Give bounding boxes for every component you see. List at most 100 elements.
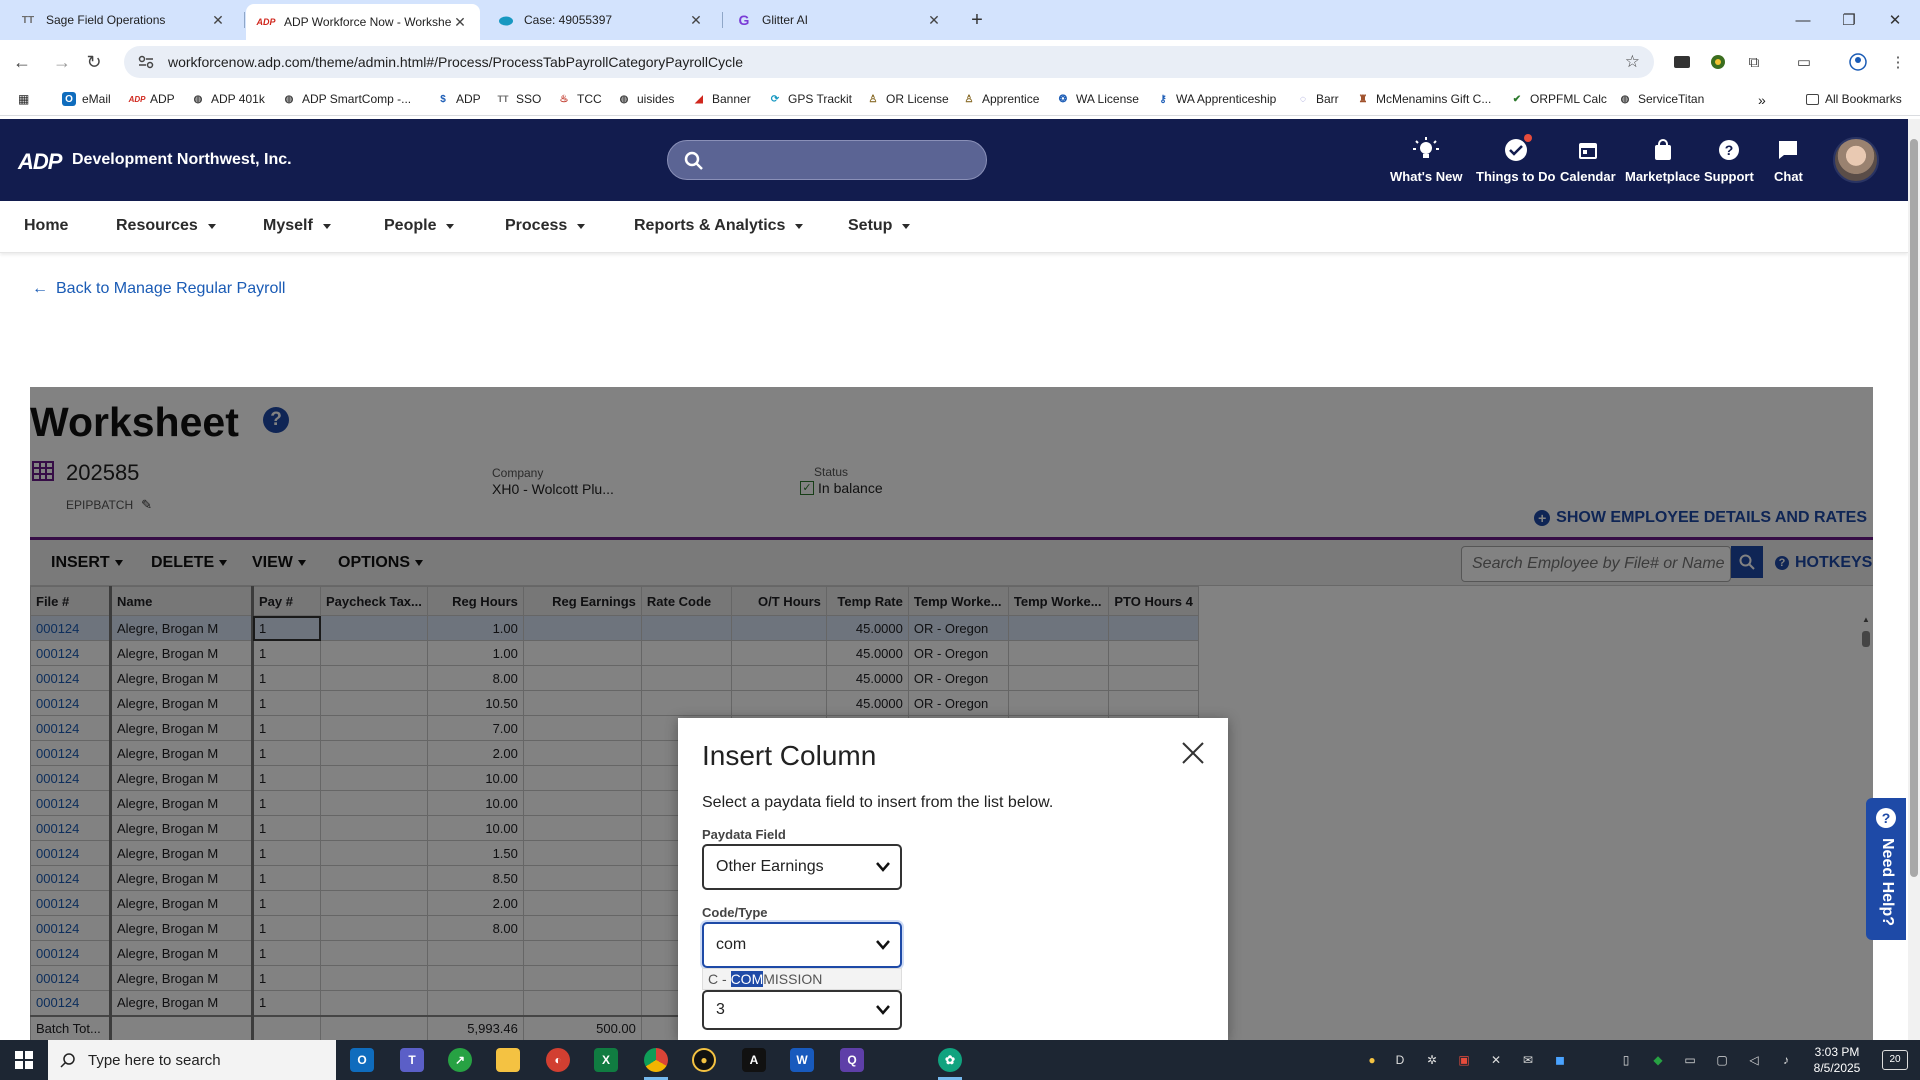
extension-icon[interactable]	[1706, 50, 1730, 74]
table-cell[interactable]	[640, 640, 732, 666]
table-cell[interactable]	[320, 840, 428, 866]
bookmark-servicetitan[interactable]: ◍ ServiceTitan	[1618, 92, 1705, 106]
table-cell[interactable]: 000124	[30, 915, 112, 941]
column-header-rate-code[interactable]: Rate Code	[640, 586, 732, 616]
table-cell[interactable]	[730, 615, 827, 641]
options-menu-button[interactable]: OPTIONS	[338, 554, 424, 572]
table-cell[interactable]	[522, 640, 642, 666]
table-cell[interactable]	[1107, 640, 1199, 666]
table-cell[interactable]: 1	[252, 740, 321, 766]
close-icon[interactable]: ✕	[688, 12, 704, 28]
bookmark-wa-license[interactable]: ❂ WA License	[1056, 92, 1139, 106]
tray-app-icon[interactable]: ●	[1364, 1052, 1380, 1068]
tray-red-icon[interactable]: ▣	[1456, 1052, 1472, 1068]
table-cell[interactable]: Batch Tot...	[30, 1014, 112, 1040]
column-header-paycheck-tax[interactable]: Paycheck Tax...	[320, 586, 428, 616]
table-cell[interactable]: 000124	[30, 615, 112, 641]
table-cell[interactable]	[320, 865, 428, 891]
table-cell[interactable]	[426, 965, 524, 991]
tray-shield-icon[interactable]: ◆	[1650, 1052, 1666, 1068]
notifications-icon[interactable]: 20	[1882, 1050, 1908, 1070]
table-cell[interactable]: 000124	[30, 715, 112, 741]
table-cell[interactable]: 000124	[30, 990, 112, 1016]
bookmark-adp[interactable]: ADP ADP	[129, 92, 175, 106]
table-cell[interactable]: Alegre, Brogan M	[110, 740, 254, 766]
column-header-pto-hours[interactable]: PTO Hours 4	[1107, 586, 1199, 616]
table-cell[interactable]: OR - Oregon	[907, 640, 1009, 666]
global-search-input[interactable]	[667, 140, 987, 180]
table-cell[interactable]: Alegre, Brogan M	[110, 665, 254, 691]
taskbar-chrome[interactable]	[634, 1044, 678, 1080]
taskbar-search-input[interactable]: Type here to search	[48, 1040, 336, 1080]
table-cell[interactable]: 000124	[30, 815, 112, 841]
table-cell[interactable]	[320, 665, 428, 691]
table-cell[interactable]	[1107, 690, 1199, 716]
table-cell[interactable]	[1107, 615, 1199, 641]
table-cell[interactable]	[522, 865, 642, 891]
table-cell[interactable]	[320, 690, 428, 716]
table-cell[interactable]	[320, 915, 428, 941]
back-arrow-icon[interactable]: ←	[8, 48, 36, 76]
table-cell[interactable]: 1	[252, 890, 321, 916]
search-button[interactable]	[1731, 546, 1763, 578]
bookmark-tcc[interactable]: ♨ TCC	[557, 92, 602, 106]
table-cell[interactable]: Alegre, Brogan M	[110, 790, 254, 816]
bookmark-or-license[interactable]: ♙ OR License	[866, 92, 949, 106]
tray-tools-icon[interactable]: ✕	[1488, 1052, 1504, 1068]
table-cell[interactable]: 45.0000	[825, 640, 909, 666]
scroll-up-icon[interactable]: ▲	[1860, 615, 1872, 624]
tray-d-icon[interactable]: D	[1392, 1052, 1408, 1068]
calendar-button[interactable]: Calendar	[1560, 137, 1616, 184]
table-row[interactable]: 000124 Alegre, Brogan M 1 10.50 45.0000 OR - …	[30, 690, 1870, 716]
table-cell[interactable]: 10.00	[426, 765, 524, 791]
table-cell[interactable]	[522, 740, 642, 766]
code-type-combobox[interactable]: com	[702, 922, 902, 968]
nav-reports-analytics[interactable]: Reports & Analytics	[634, 217, 804, 235]
browser-tab-sage[interactable]: TT Sage Field Operations ✕	[8, 0, 238, 40]
scrollbar-thumb[interactable]	[1910, 139, 1918, 877]
table-cell[interactable]: 000124	[30, 690, 112, 716]
table-cell[interactable]: 7.00	[426, 715, 524, 741]
avatar[interactable]	[1833, 137, 1879, 183]
table-cell[interactable]: 1	[252, 840, 321, 866]
table-cell[interactable]	[320, 815, 428, 841]
column-header-pay[interactable]: Pay #	[252, 586, 321, 616]
table-cell[interactable]	[640, 690, 732, 716]
table-cell[interactable]	[522, 665, 642, 691]
adp-logo[interactable]: ADP	[18, 149, 62, 175]
table-cell[interactable]	[640, 665, 732, 691]
nav-process[interactable]: Process	[505, 217, 586, 235]
menu-dots-icon[interactable]: ⋮	[1886, 50, 1910, 74]
taskbar-app-yellow[interactable]: ●	[682, 1044, 726, 1076]
table-cell[interactable]	[1007, 690, 1109, 716]
back-to-manage-payroll-link[interactable]: ← Back to Manage Regular Payroll	[32, 280, 285, 298]
bookmark-sso[interactable]: TT SSO	[496, 92, 542, 106]
insert-menu-button[interactable]: INSERT	[51, 554, 123, 572]
table-cell[interactable]	[1107, 665, 1199, 691]
table-cell[interactable]	[252, 1014, 321, 1040]
minimize-icon[interactable]: —	[1780, 0, 1826, 40]
side-panel-icon[interactable]: ▭	[1792, 50, 1816, 74]
close-icon[interactable]: ✕	[452, 14, 468, 30]
table-cell[interactable]: 1	[252, 690, 321, 716]
network-icon[interactable]: ▢	[1714, 1052, 1730, 1068]
table-cell[interactable]	[1007, 615, 1109, 641]
volume-icon[interactable]: ◁	[1746, 1052, 1762, 1068]
employee-search-input[interactable]	[1461, 546, 1731, 582]
bookmark-adp401k[interactable]: ◍ ADP 401k	[191, 92, 265, 106]
table-cell[interactable]: 1	[252, 640, 321, 666]
table-cell[interactable]	[320, 640, 428, 666]
table-cell[interactable]: 8.50	[426, 865, 524, 891]
column-header-temp-worked-2[interactable]: Temp Worke...	[1007, 586, 1109, 616]
table-cell[interactable]: 8.00	[426, 915, 524, 941]
table-cell[interactable]: 1	[252, 915, 321, 941]
apps-grid-icon[interactable]: ▦	[18, 92, 29, 106]
table-cell[interactable]	[110, 1014, 254, 1040]
table-cell[interactable]	[320, 965, 428, 991]
bookmark-uisides[interactable]: ◍ uisides	[617, 92, 675, 106]
table-cell[interactable]: Alegre, Brogan M	[110, 715, 254, 741]
table-cell[interactable]: 1	[252, 715, 321, 741]
table-cell[interactable]: 1	[252, 765, 321, 791]
taskbar-app-green[interactable]: ↗	[438, 1044, 482, 1076]
table-cell[interactable]: 000124	[30, 965, 112, 991]
